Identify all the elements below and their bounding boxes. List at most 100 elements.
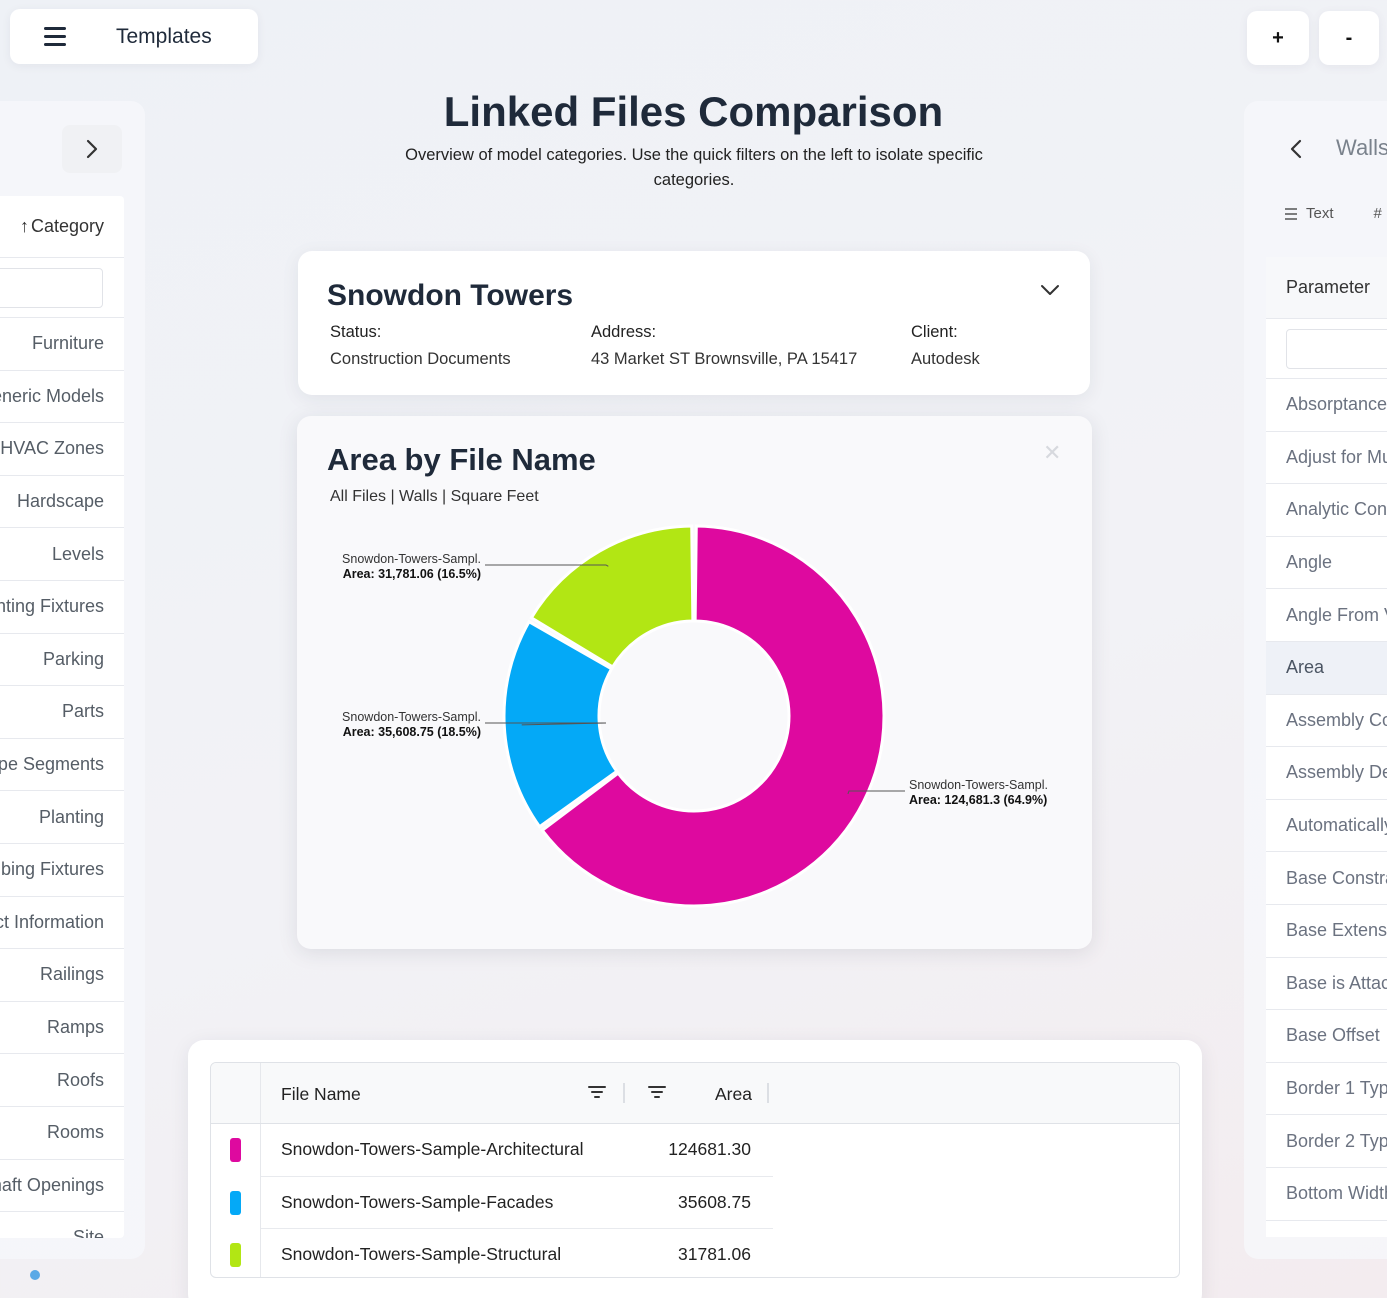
table-row[interactable]: Snowdon-Towers-Sample-Facades 35608.75: [211, 1176, 1179, 1229]
parameter-panel: Walls Text # Parameter Absorptance Adjust…: [1244, 101, 1387, 1259]
parameter-filter-input[interactable]: [1286, 329, 1387, 369]
parameter-item[interactable]: Base Offset: [1266, 1010, 1387, 1063]
category-item[interactable]: Plumbing Fixtures: [0, 844, 124, 897]
color-swatch: [230, 1243, 241, 1267]
templates-label[interactable]: Templates: [116, 25, 212, 49]
sort-ascending-icon: ↑: [19, 216, 29, 236]
address-field: Address: 43 Market ST Brownsville, PA 15…: [591, 323, 857, 369]
parameter-item[interactable]: Base Constraint: [1266, 852, 1387, 905]
parameter-item[interactable]: Analytic Construction: [1266, 484, 1387, 537]
category-item[interactable]: Lighting Fixtures: [0, 581, 124, 634]
hamburger-menu-icon[interactable]: [44, 27, 66, 46]
page-title: Linked Files Comparison: [443, 88, 944, 135]
panel-title: Walls: [1336, 135, 1387, 160]
list-icon: [1285, 207, 1297, 220]
category-item[interactable]: Roofs: [0, 1054, 124, 1107]
tab-number[interactable]: #: [1374, 205, 1382, 222]
zoom-out-button[interactable]: -: [1319, 11, 1379, 65]
category-item[interactable]: Ramps: [0, 1002, 124, 1055]
parameter-item[interactable]: C: [1266, 1221, 1387, 1237]
category-item[interactable]: Project Information: [0, 897, 124, 950]
client-field: Client: Autodesk: [911, 323, 980, 369]
project-name: Snowdon Towers: [327, 279, 574, 312]
client-value: Autodesk: [911, 350, 980, 368]
area-cell: 35608.75: [678, 1191, 751, 1212]
parameter-item[interactable]: Bottom Width: [1266, 1168, 1387, 1221]
color-cell: [211, 1124, 261, 1177]
parameter-item[interactable]: Angle From Vertical: [1266, 589, 1387, 642]
tab-text[interactable]: Text: [1284, 205, 1334, 222]
file-name-cell: Snowdon-Towers-Sample-Structural: [281, 1244, 562, 1264]
slice-label: Snowdon-Towers-Sampl.: [342, 552, 481, 566]
slice-label: Snowdon-Towers-Sampl.: [342, 710, 481, 724]
chevron-left-icon: [1290, 139, 1302, 159]
client-label: Client:: [911, 323, 958, 341]
category-item[interactable]: Site: [0, 1212, 124, 1238]
category-item[interactable]: Parts: [0, 686, 124, 739]
parameter-item[interactable]: Automatically: [1266, 800, 1387, 853]
slice-value-label: Area: 31,781.06 (16.5%): [343, 567, 481, 581]
category-item[interactable]: Levels: [0, 528, 124, 581]
category-item[interactable]: HVAC Zones: [0, 423, 124, 476]
file-name-column-header[interactable]: File Name: [281, 1084, 361, 1105]
category-column-header[interactable]: ↑ Category: [0, 196, 124, 258]
parameter-list: Parameter AbsorptanceAdjust for Mullions…: [1266, 257, 1387, 1237]
parameter-item[interactable]: Assembly Code: [1266, 695, 1387, 748]
parameter-item[interactable]: Border 1 Type: [1266, 1063, 1387, 1116]
status-label: Status:: [330, 323, 382, 341]
filter-icon[interactable]: [648, 1085, 666, 1099]
filter-icon[interactable]: [588, 1085, 606, 1099]
category-header-label: Category: [30, 216, 104, 236]
color-cell: [211, 1229, 261, 1277]
category-panel: ↑ Category FurnitureGeneric ModelsHVAC Z…: [0, 101, 145, 1259]
files-table: File Name Area Snowdon-Towers-Sample-Arc…: [210, 1062, 1180, 1278]
table-row[interactable]: Snowdon-Towers-Sample-Structural 31781.06: [211, 1229, 1179, 1277]
table-row[interactable]: Snowdon-Towers-Sample-Architectural 12468…: [211, 1124, 1179, 1177]
parameter-item[interactable]: Angle: [1266, 537, 1387, 590]
category-item[interactable]: Rooms: [0, 1107, 124, 1160]
project-card: Snowdon Towers Status: Construction Docu…: [298, 251, 1090, 395]
address-label: Address:: [591, 323, 657, 341]
color-swatch: [230, 1190, 241, 1215]
slice-label: Snowdon-Towers-Sampl.: [909, 778, 1048, 792]
table-card: File Name Area Snowdon-Towers-Sample-Arc…: [188, 1040, 1202, 1298]
area-cell: 31781.06: [678, 1244, 751, 1264]
parameter-item[interactable]: Border 2 Type: [1266, 1115, 1387, 1168]
tab-text-label: Text: [1306, 205, 1334, 222]
parameter-item[interactable]: Base Extension: [1266, 905, 1387, 958]
category-item[interactable]: Hardscape: [0, 476, 124, 529]
parameter-item[interactable]: Absorptance: [1266, 379, 1387, 432]
table-header: File Name Area: [211, 1063, 1179, 1124]
category-item[interactable]: Furniture: [0, 318, 124, 371]
slice-value-label: Area: 35,608.75 (18.5%): [343, 725, 481, 739]
parameter-item[interactable]: Area: [1266, 641, 1387, 695]
tab-number-label: #: [1373, 205, 1382, 222]
parameter-item[interactable]: Adjust for Mullions: [1266, 432, 1387, 485]
slice-value-label: Area: 124,681.3 (64.9%): [909, 793, 1047, 807]
chevron-right-icon: [86, 139, 98, 159]
zoom-in-button[interactable]: +: [1247, 11, 1309, 65]
category-item[interactable]: Railings: [0, 949, 124, 1002]
category-item[interactable]: Shaft Openings: [0, 1160, 124, 1213]
parameter-item[interactable]: Assembly Description: [1266, 747, 1387, 800]
parameter-column-header[interactable]: Parameter: [1266, 257, 1387, 319]
donut-chart: Snowdon-Towers-Sampl.Area: 124,681.3 (64…: [342, 524, 1048, 908]
page-subtitle: Overview of model categories. Use the qu…: [405, 146, 983, 189]
category-item[interactable]: Planting: [0, 791, 124, 844]
category-item[interactable]: Generic Models: [0, 371, 124, 424]
parameter-item[interactable]: Base is Attached: [1266, 958, 1387, 1011]
status-dot: [30, 1270, 40, 1280]
category-filter-input[interactable]: [0, 268, 103, 308]
file-name-cell: Snowdon-Towers-Sample-Facades: [281, 1191, 554, 1212]
color-swatch: [230, 1138, 241, 1162]
file-name-cell: Snowdon-Towers-Sample-Architectural: [281, 1139, 584, 1159]
category-item[interactable]: Parking: [0, 634, 124, 687]
chart-card: Area by File Name All Files | Walls | Sq…: [297, 416, 1092, 949]
category-item[interactable]: Pipe Segments: [0, 739, 124, 792]
address-value: 43 Market ST Brownsville, PA 15417: [591, 350, 858, 368]
category-list: ↑ Category FurnitureGeneric ModelsHVAC Z…: [0, 196, 124, 1238]
collapse-button[interactable]: [1040, 283, 1060, 302]
area-column-header[interactable]: Area: [715, 1084, 752, 1105]
color-cell: [211, 1176, 261, 1229]
status-field: Status: Construction Documents: [330, 323, 511, 369]
